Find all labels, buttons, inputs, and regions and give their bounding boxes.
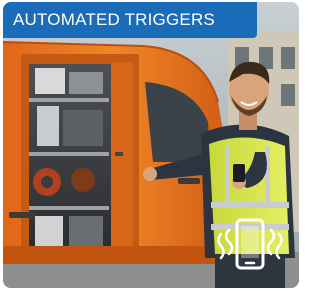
- promo-card: AUTOMATED TRIGGERS: [3, 2, 299, 288]
- title-banner: AUTOMATED TRIGGERS: [3, 2, 257, 38]
- vibrating-smartphone-icon: [217, 218, 283, 270]
- banner-title: AUTOMATED TRIGGERS: [13, 10, 215, 29]
